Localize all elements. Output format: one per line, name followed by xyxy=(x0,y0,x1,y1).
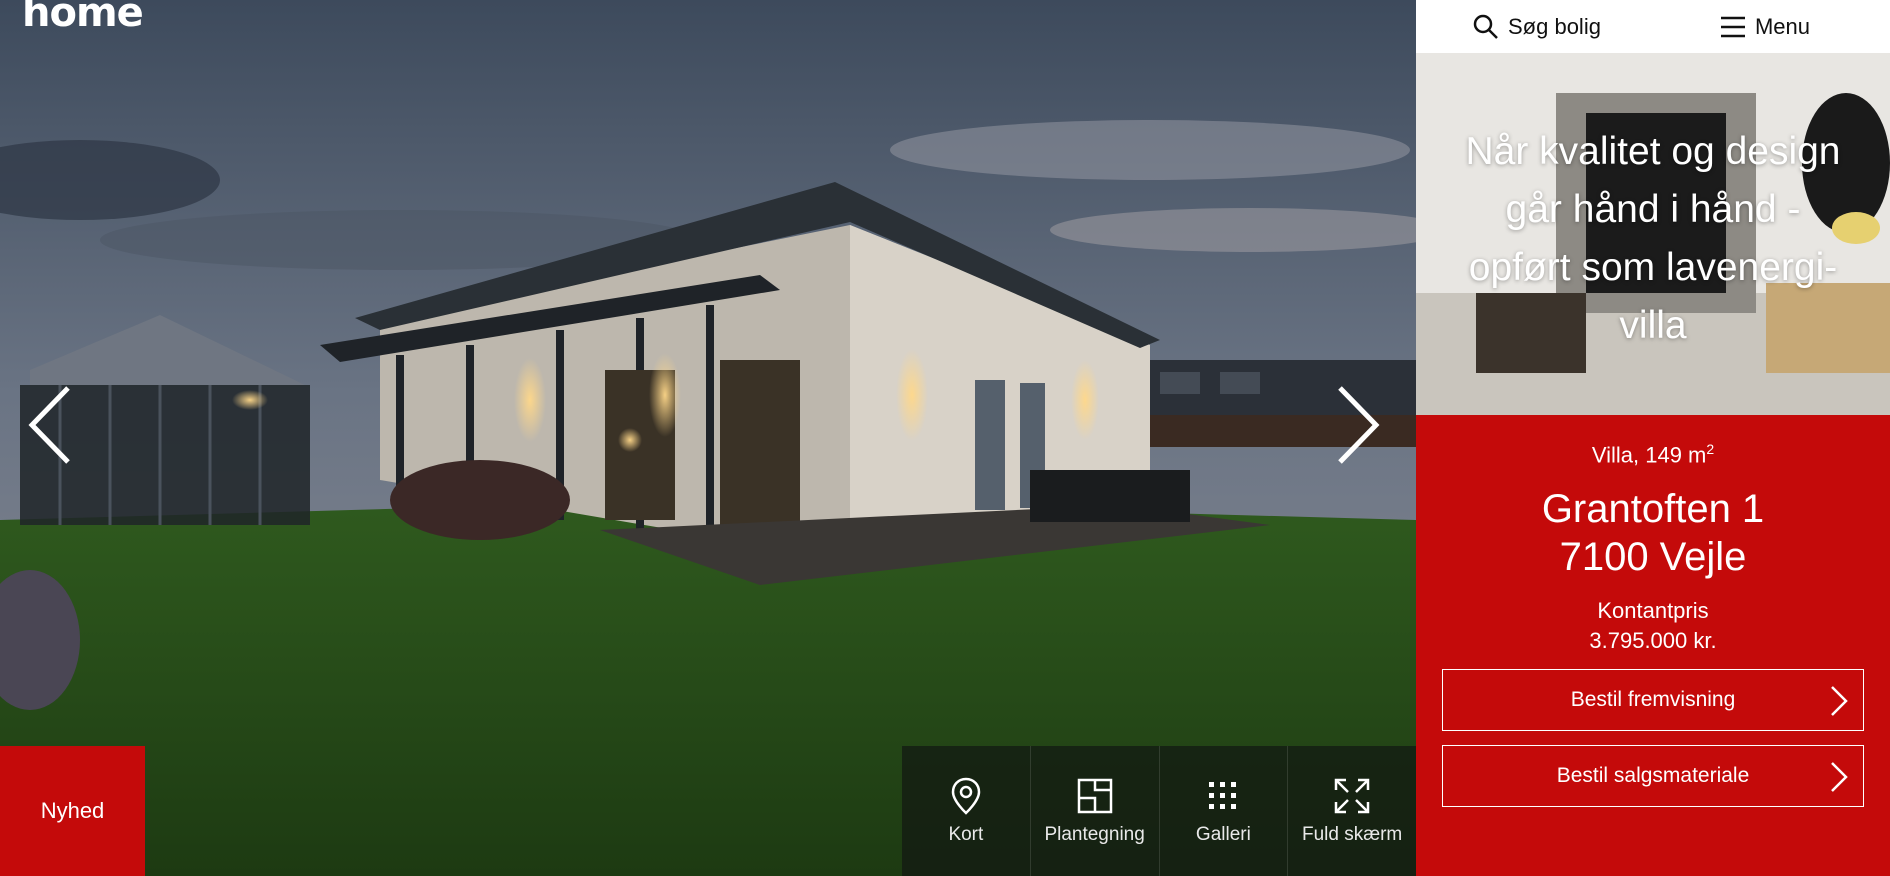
hero-image[interactable]: home Nyhed Kort Plantegning Galleri Fuld… xyxy=(0,0,1416,876)
map-button[interactable]: Kort xyxy=(902,746,1030,876)
gallery-button[interactable]: Galleri xyxy=(1158,746,1288,876)
floorplan-button[interactable]: Plantegning xyxy=(1029,746,1159,876)
fullscreen-button-label: Fuld skærm xyxy=(1301,824,1403,845)
top-bar: Søg bolig Menu xyxy=(1416,0,1890,53)
order-material-label: Bestil salgsmateriale xyxy=(1556,764,1750,787)
promo-image: Når kvalitet og design går hånd i hånd -… xyxy=(1416,53,1890,415)
book-viewing-label: Bestil fremvisning xyxy=(1570,688,1736,711)
book-viewing-button[interactable]: Bestil fremvisning xyxy=(1442,669,1864,731)
property-type: Villa, 149 m2 xyxy=(1416,441,1890,468)
chevron-right-icon xyxy=(1831,762,1848,792)
menu-label: Menu xyxy=(1754,13,1810,39)
hamburger-icon xyxy=(1720,16,1745,37)
price-label: Kontantpris xyxy=(1597,598,1709,623)
chevron-right-icon xyxy=(1338,386,1380,464)
search-button[interactable]: Søg bolig xyxy=(1472,13,1601,41)
chevron-left-icon xyxy=(28,386,70,464)
search-icon xyxy=(1473,14,1498,39)
logo[interactable]: home xyxy=(22,0,144,36)
promo-headline: Når kvalitet og design går hånd i hånd -… xyxy=(1465,130,1841,347)
street-address: Grantoften 1 xyxy=(1541,487,1765,531)
floorplan-icon xyxy=(1077,778,1112,814)
status-badge: Nyhed xyxy=(0,746,145,876)
order-material-button[interactable]: Bestil salgsmateriale xyxy=(1442,745,1864,807)
map-pin-icon xyxy=(951,777,981,815)
listing-panel: Villa, 149 m2 Grantoften 1 7100 Vejle Ko… xyxy=(1416,415,1890,876)
next-image-button[interactable] xyxy=(1328,380,1388,470)
city-address: 7100 Vejle xyxy=(1559,535,1747,579)
floorplan-button-label: Plantegning xyxy=(1044,824,1145,845)
area-unit-superscript: 2 xyxy=(1706,441,1715,457)
fullscreen-button[interactable]: Fuld skærm xyxy=(1287,746,1416,876)
chevron-right-icon xyxy=(1831,686,1848,716)
grid-dots-icon xyxy=(1209,782,1237,809)
address: Grantoften 1 7100 Vejle xyxy=(1416,485,1890,581)
fullscreen-icon xyxy=(1334,778,1370,814)
search-label: Søg bolig xyxy=(1508,13,1601,39)
media-toolbar: Kort Plantegning Galleri Fuld skærm xyxy=(902,746,1416,876)
map-button-label: Kort xyxy=(948,824,984,845)
house-photo xyxy=(0,0,1416,876)
property-type-label: Villa, 149 m xyxy=(1591,442,1707,468)
price-value: 3.795.000 kr. xyxy=(1589,628,1717,653)
menu-button[interactable]: Menu xyxy=(1719,13,1810,41)
gallery-button-label: Galleri xyxy=(1195,824,1251,845)
previous-image-button[interactable] xyxy=(20,380,80,470)
